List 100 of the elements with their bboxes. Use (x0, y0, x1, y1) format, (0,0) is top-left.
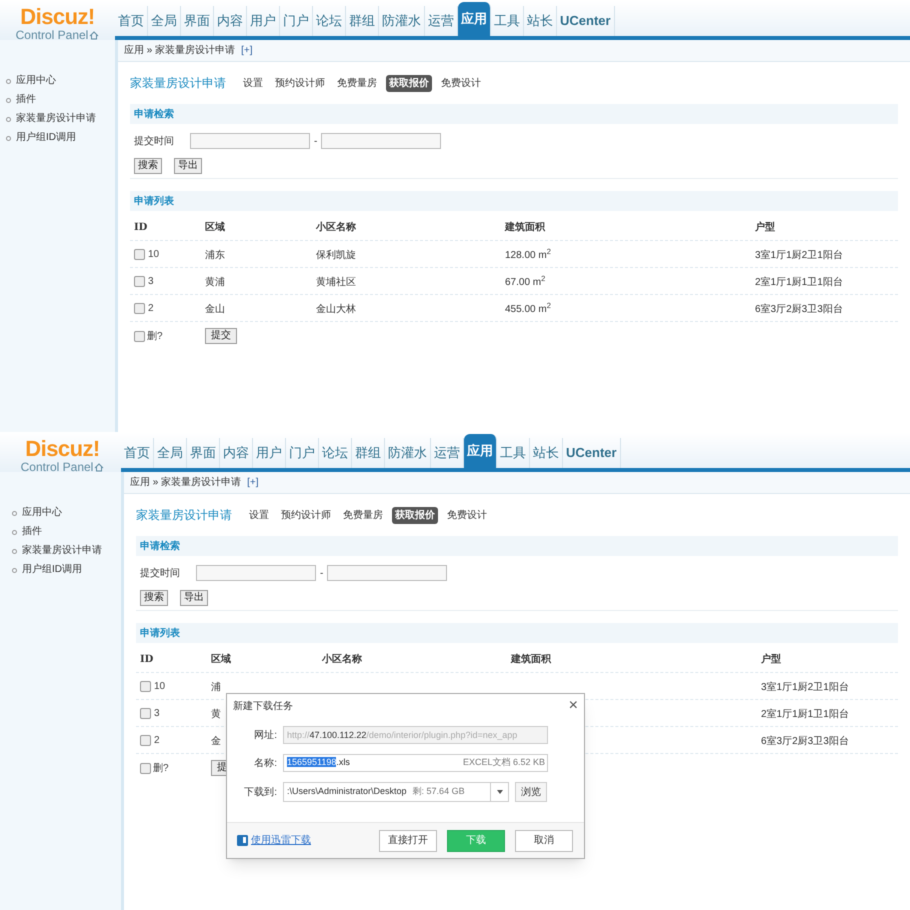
button[interactable]: 导出 (180, 590, 208, 606)
plugin-tab[interactable]: 获取报价 (386, 74, 432, 92)
file-info: EXCEL文档 6.52 KB (462, 756, 545, 770)
plugin-title: 家装量房设计申请 (136, 507, 232, 524)
breadcrumb: 应用 » 家装量房设计申请 (130, 476, 242, 490)
column-header: ID (140, 654, 154, 664)
column-header: 区域 (211, 654, 231, 664)
checkbox[interactable] (140, 762, 151, 774)
checkbox[interactable] (134, 330, 145, 342)
separator: - (320, 566, 324, 580)
date-field[interactable] (190, 133, 310, 149)
checkbox[interactable] (134, 302, 145, 314)
table-cell: 128.00 m$^{2}$ (505, 250, 551, 261)
sidebar-item[interactable]: 插件 (16, 93, 36, 107)
table-cell: 6室3厅2厨3卫3阳台 (755, 304, 843, 315)
table-cell-text: 2 (148, 302, 154, 316)
plugin-tab[interactable]: 获取报价 (392, 506, 438, 524)
plugin-tab[interactable]: 免费设计 (444, 506, 490, 524)
sidebar-item[interactable]: 家装量房设计申请 (22, 544, 102, 558)
table-cell: 3室1厅1厨2卫1阳台 (761, 682, 849, 693)
logo-subtitle: Control Panel (20, 460, 94, 474)
submit-button[interactable]: 提交 (205, 328, 237, 344)
checkbox-label: 删? (153, 762, 169, 776)
plugin-tab[interactable]: 预约设计师 (278, 506, 334, 524)
checkbox[interactable] (140, 708, 151, 718)
sidebar-item[interactable]: 应用中心 (22, 506, 62, 520)
add-link[interactable]: [+] (247, 475, 259, 490)
column-header: 户型 (761, 654, 781, 664)
logo-title: Discuz! (20, 6, 95, 28)
table-cell: 2室1厅1厨1卫1阳台 (755, 277, 843, 288)
column-header: 建筑面积 (511, 654, 551, 664)
section-title: 申请列表 (140, 626, 180, 640)
table-cell: 金山 (205, 304, 225, 315)
thunder-link[interactable]: 使用迅雷下载 (251, 833, 311, 848)
date-field[interactable] (321, 133, 442, 149)
plugin-tab[interactable]: 免费量房 (334, 74, 380, 92)
field-label: 提交时间 (134, 134, 175, 148)
table-cell: 3室1厅1厨2卫1阳台 (755, 250, 843, 261)
bullet-icon (12, 568, 17, 572)
button[interactable]: 搜索 (134, 158, 162, 174)
checkbox[interactable] (140, 680, 151, 692)
plugin-tab[interactable]: 免费量房 (340, 506, 386, 524)
button[interactable]: 导出 (174, 158, 202, 174)
close-button[interactable]: × (568, 698, 578, 714)
name-field[interactable]: 1565951198.xls EXCEL文档 6.52 KB (283, 754, 548, 772)
table-cell: 浦 (211, 682, 221, 693)
app-icon (237, 835, 248, 846)
table-cell-text: 10 (148, 248, 160, 262)
bullet-icon (6, 116, 11, 122)
table-cell: 455.00 m$^{2}$ (505, 304, 551, 315)
button[interactable]: 搜索 (140, 590, 168, 606)
caret-icon (496, 790, 502, 794)
checkbox-label: 删? (147, 330, 163, 344)
table-cell: 6室3厅2厨3卫3阳台 (761, 736, 849, 747)
browse-button[interactable]: 浏览 (515, 782, 547, 802)
nav-tab[interactable]: 应用 (458, 2, 491, 36)
field-label: 下载到: (243, 786, 277, 800)
table-cell: 浦东 (205, 250, 225, 261)
nav-tab[interactable]: 应用 (464, 434, 497, 468)
sidebar-item[interactable]: 用户组ID调用 (16, 131, 76, 145)
plugin-tab[interactable]: 免费设计 (438, 74, 484, 92)
column-header: 小区名称 (322, 654, 362, 664)
section-title: 申请检索 (140, 540, 180, 554)
plugin-tab[interactable]: 设置 (240, 74, 266, 92)
path-dropdown[interactable]: :\Users\Administrator\Desktop 剩: 57.64 GB (283, 782, 509, 802)
column-header: 小区名称 (316, 222, 356, 232)
field-label: 名称: (253, 756, 277, 770)
dialog-button[interactable]: 取消 (515, 830, 573, 852)
bullet-icon (12, 548, 17, 554)
sidebar-item[interactable]: 用户组ID调用 (22, 563, 82, 577)
date-field[interactable] (327, 565, 448, 581)
plugin-tab[interactable]: 设置 (246, 506, 272, 524)
table-cell: 67.00 m$^{2}$ (505, 277, 546, 288)
column-header: 区域 (205, 222, 225, 232)
date-field[interactable] (196, 565, 316, 581)
plugin-title: 家装量房设计申请 (130, 75, 226, 92)
bullet-icon (6, 136, 11, 140)
table-cell-text: 3 (148, 274, 154, 288)
bullet-icon (12, 510, 17, 516)
column-header: ID (134, 222, 148, 232)
table-cell: 黄埔社区 (316, 277, 356, 288)
section-title: 申请检索 (134, 108, 174, 122)
sidebar-item[interactable]: 插件 (22, 525, 42, 539)
checkbox[interactable] (134, 276, 145, 286)
sidebar-item[interactable]: 家装量房设计申请 (16, 112, 96, 126)
checkbox[interactable] (134, 248, 145, 260)
home-icon (89, 30, 100, 40)
url-field[interactable]: http://47.100.112.22/demo/interior/plugin.php?id=nex_app (283, 726, 548, 744)
table-cell: 保利凯旋 (316, 250, 356, 261)
checkbox[interactable] (140, 734, 151, 746)
plugin-tab[interactable]: 预约设计师 (272, 74, 328, 92)
field-label: 提交时间 (140, 566, 181, 580)
file-name: .xls (336, 757, 350, 768)
free-space: 剩: 57.64 GB (412, 785, 465, 798)
field-label: 网址: (253, 728, 277, 742)
table-cell: 黄 (211, 709, 221, 720)
dialog-button[interactable]: 直接打开 (379, 830, 437, 852)
sidebar-item[interactable]: 应用中心 (16, 74, 56, 88)
add-link[interactable]: [+] (241, 43, 253, 58)
logo-subtitle: Control Panel (16, 28, 88, 42)
